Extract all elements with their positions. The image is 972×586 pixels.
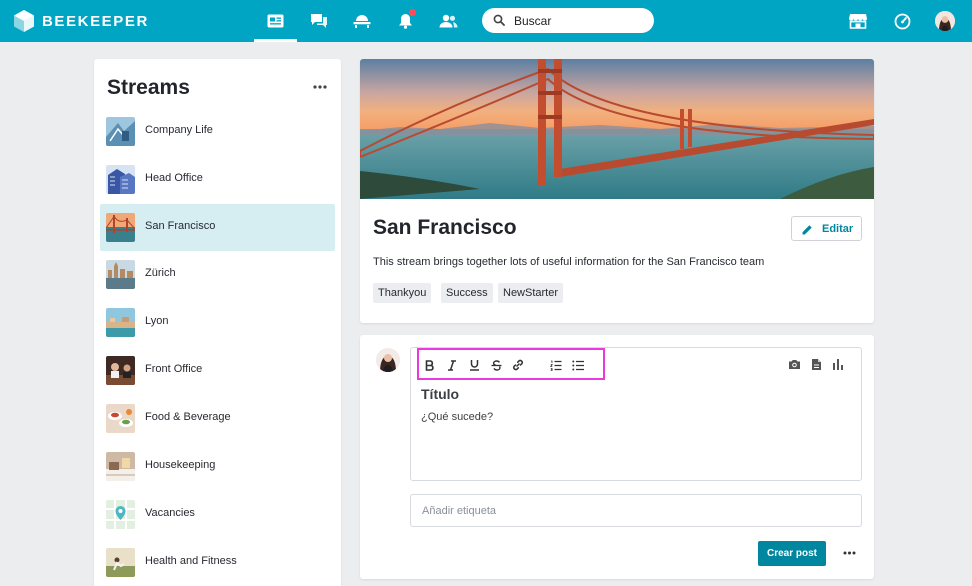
sidebar-item-label: Food & Beverage [145,411,231,423]
stream-tag[interactable]: NewStarter [498,283,564,303]
sidebar-item-san-francisco[interactable]: San Francisco [100,204,335,251]
create-post-button[interactable]: Crear post [758,541,826,566]
stream-tag[interactable]: Success [441,283,493,303]
sidebar-item-vacancies[interactable]: Vacancies [100,491,335,538]
link-button[interactable] [511,358,525,372]
sidebar-item-label: Company Life [145,124,213,136]
strikethrough-icon [491,359,501,371]
more-options-icon[interactable] [313,85,327,89]
stream-header-card: San Francisco Editar This stream brings … [360,59,874,323]
sidebar-item-label: Lyon [145,315,169,327]
stream-title: San Francisco [373,216,517,239]
stream-thumbnail [106,213,135,242]
italic-button[interactable] [445,358,459,372]
bullet-list-icon [572,360,584,370]
post-editor[interactable]: Título ¿Qué sucede? [410,347,862,481]
italic-icon [448,359,456,371]
active-nav-indicator [254,39,297,42]
edit-button-label: Editar [822,223,854,235]
sidebar-item-label: Zürich [145,267,176,279]
post-body-placeholder[interactable]: ¿Qué sucede? [421,411,493,423]
people-icon [439,14,457,28]
stream-thumbnail [106,500,135,529]
create-poll-button[interactable] [831,357,845,371]
sidebar-title: Streams [107,76,190,99]
nav-people[interactable] [437,10,459,32]
beekeeper-logo-icon[interactable] [14,10,34,32]
nav-store[interactable] [847,10,869,32]
sidebar-item-zurich[interactable]: Zürich [100,251,335,298]
brand-name: BEEKEEPER [42,13,149,30]
sidebar-item-lyon[interactable]: Lyon [100,299,335,346]
search-icon [493,14,505,26]
search-box[interactable] [482,8,654,33]
numbered-list-button[interactable] [549,358,563,372]
stream-thumbnail [106,165,135,194]
stream-thumbnail [106,356,135,385]
post-title-placeholder[interactable]: Título [421,386,459,402]
more-options-icon[interactable] [843,551,856,555]
nav-news-feed[interactable] [264,10,286,32]
campus-icon [353,15,371,28]
sidebar-item-label: Front Office [145,363,203,375]
poll-icon [833,359,843,370]
sidebar-item-housekeeping[interactable]: Housekeeping [100,443,335,490]
pencil-icon [802,225,812,235]
bold-icon [425,359,434,371]
notification-badge [409,9,416,16]
numbered-list-icon [550,360,562,371]
sidebar-item-label: Head Office [145,172,203,184]
sidebar-item-company-life[interactable]: Company Life [100,108,335,155]
stream-cover-image [360,59,874,199]
streams-sidebar: Streams Company Life Head Office San Fra… [94,59,341,586]
stream-thumbnail [106,452,135,481]
sidebar-item-food-beverage[interactable]: Food & Beverage [100,395,335,442]
dashboard-icon [894,13,910,29]
store-icon [849,14,867,29]
stream-description: This stream brings together lots of usef… [373,256,765,268]
user-avatar-image [935,11,955,31]
edit-stream-button[interactable]: Editar [791,216,862,241]
top-navigation-bar: BEEKEEPER [0,0,972,42]
file-icon [811,358,821,370]
add-tag-input[interactable] [410,494,862,527]
stream-thumbnail [106,548,135,577]
camera-icon [788,359,800,369]
underline-icon [469,360,479,371]
search-input[interactable] [514,11,644,30]
nav-dashboard[interactable] [891,10,913,32]
link-icon [513,359,523,371]
sidebar-item-health-fitness[interactable]: Health and Fitness [100,539,335,586]
nav-campus[interactable] [351,10,373,32]
news-feed-icon [267,14,283,28]
bullet-list-button[interactable] [571,358,585,372]
chat-icon [311,14,327,28]
post-composer: Título ¿Qué sucede? Crear post [360,335,874,579]
strikethrough-button[interactable] [489,358,503,372]
attach-file-button[interactable] [809,357,823,371]
user-avatar[interactable] [935,11,955,31]
sidebar-item-label: Housekeeping [145,459,216,471]
sidebar-item-front-office[interactable]: Front Office [100,347,335,394]
sidebar-item-head-office[interactable]: Head Office [100,156,335,203]
nav-chats[interactable] [308,10,330,32]
sidebar-item-label: Health and Fitness [145,555,237,567]
stream-thumbnail [106,260,135,289]
underline-button[interactable] [467,358,481,372]
add-photo-button[interactable] [787,357,801,371]
sidebar-item-label: San Francisco [145,220,216,232]
stream-thumbnail [106,404,135,433]
formatting-toolbar [417,348,605,380]
stream-thumbnail [106,308,135,337]
bold-button[interactable] [423,358,437,372]
stream-tag[interactable]: Thankyou [373,283,432,303]
stream-thumbnail [106,117,135,146]
author-avatar [376,348,400,372]
sidebar-item-label: Vacancies [145,507,195,519]
